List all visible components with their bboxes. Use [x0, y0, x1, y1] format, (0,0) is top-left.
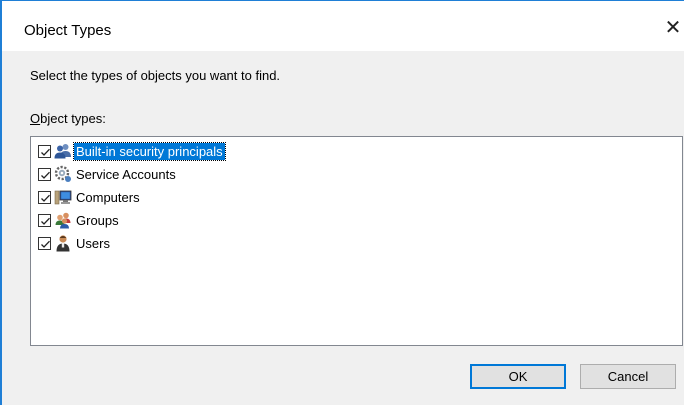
cancel-button[interactable]: Cancel	[580, 364, 676, 389]
dialog-title: Object Types	[24, 22, 112, 39]
checkmark-icon	[41, 171, 50, 179]
list-item-users[interactable]: Users	[38, 232, 112, 254]
label-text: bject types:	[40, 111, 106, 126]
user-icon	[56, 235, 70, 252]
checkbox-users[interactable]	[38, 236, 51, 250]
item-label: Built-in security principals	[73, 141, 226, 161]
computers-icon	[54, 190, 72, 205]
label-accelerator: O	[30, 111, 41, 126]
checkbox-service-accounts[interactable]	[38, 167, 51, 181]
close-icon: ✕	[664, 17, 682, 39]
security-principals-icon	[54, 144, 71, 159]
instruction-text: Select the types of objects you want to …	[30, 68, 281, 83]
ok-button[interactable]: OK	[470, 364, 566, 389]
list-item-service-accounts[interactable]: Service Accounts	[38, 163, 178, 185]
checkmark-icon	[41, 240, 50, 248]
checkmark-icon	[41, 217, 50, 225]
checkbox-computers[interactable]	[38, 190, 51, 204]
checkbox-groups[interactable]	[38, 213, 51, 227]
list-item-built-in-security-principals[interactable]: Built-in security principals	[38, 140, 226, 162]
checkmark-icon	[41, 148, 50, 156]
close-button[interactable]: ✕	[662, 15, 684, 41]
list-item-computers[interactable]: Computers	[38, 186, 142, 208]
checkmark-icon	[41, 194, 50, 202]
checkbox-built-in-security-principals[interactable]	[38, 144, 51, 158]
object-types-label: Object types:	[30, 111, 106, 126]
item-label: Service Accounts	[76, 166, 176, 182]
item-label: Groups	[76, 212, 119, 228]
service-accounts-icon	[54, 165, 71, 182]
object-types-dialog: Object Types ✕ Select the types of objec…	[0, 0, 684, 405]
object-types-list[interactable]: Built-in security principals Service Acc…	[30, 136, 683, 346]
item-label: Users	[76, 235, 110, 251]
groups-icon	[55, 212, 71, 229]
list-item-groups[interactable]: Groups	[38, 209, 121, 231]
title-bar: Object Types ✕	[2, 1, 684, 51]
item-label: Computers	[76, 189, 140, 205]
